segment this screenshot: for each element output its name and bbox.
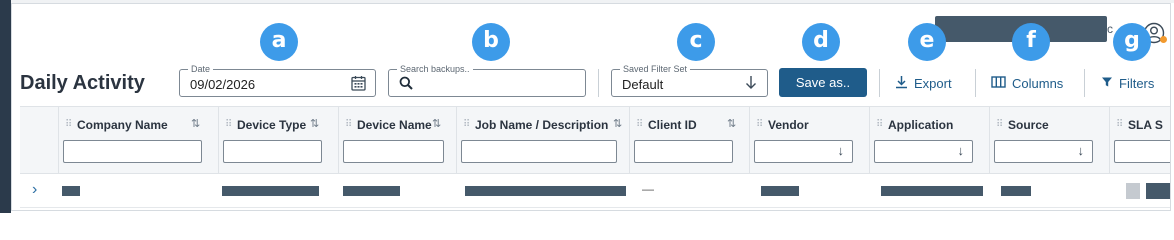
redacted-cell	[1001, 186, 1031, 196]
arrow-down-icon: ↓	[1077, 143, 1085, 158]
grid-header: ⠿ Company Name ⇅ ⠿ Device Type ⇅ ⠿ Devic…	[20, 107, 1170, 174]
download-icon	[895, 75, 908, 92]
callout-b: b	[472, 23, 510, 61]
saved-filter-select[interactable]: Saved Filter Set Default	[611, 63, 768, 97]
table-row[interactable]: › —	[20, 174, 1170, 208]
drag-handle-icon[interactable]: ⠿	[225, 120, 232, 130]
calendar-icon[interactable]	[351, 75, 366, 96]
callout-g: g	[1113, 23, 1151, 61]
sort-icon[interactable]: ⇅	[191, 117, 200, 130]
callout-d: d	[802, 23, 840, 61]
column-application[interactable]: ⠿ Application ↓	[869, 107, 989, 174]
column-device-type[interactable]: ⠿ Device Type ⇅	[218, 107, 338, 174]
columns-label: Columns	[1012, 75, 1064, 91]
column-device-name[interactable]: ⠿ Device Name ⇅	[338, 107, 456, 174]
callout-c: c	[677, 23, 715, 61]
redacted-cell	[465, 186, 626, 196]
callout-f: f	[1012, 23, 1050, 61]
column-label: Device Name	[357, 118, 432, 132]
toolbar-divider	[879, 69, 880, 97]
drag-handle-icon[interactable]: ⠿	[636, 120, 643, 130]
sort-icon[interactable]: ⇅	[432, 117, 441, 130]
expand-row-icon[interactable]: ›	[32, 181, 37, 199]
sort-icon[interactable]: ⇅	[727, 117, 736, 130]
column-label: Company Name	[77, 118, 168, 132]
column-label: SLA S	[1128, 118, 1163, 132]
left-rail	[0, 0, 11, 213]
redacted-cell	[343, 186, 400, 196]
column-vendor[interactable]: ⠿ Vendor ↓	[749, 107, 869, 174]
drag-handle-icon[interactable]: ⠿	[463, 120, 470, 130]
drag-handle-icon[interactable]: ⠿	[996, 120, 1003, 130]
notification-dot-icon	[1160, 36, 1167, 43]
search-icon	[399, 76, 413, 95]
toolbar-divider	[975, 69, 976, 97]
page-title: Daily Activity	[20, 72, 145, 94]
column-source[interactable]: ⠿ Source ↓	[989, 107, 1109, 174]
redacted-cell	[1126, 183, 1140, 199]
column-job-name[interactable]: ⠿ Job Name / Description ⇅	[456, 107, 629, 174]
redacted-cell	[761, 186, 799, 196]
date-field[interactable]: Date 09/02/2026	[179, 63, 376, 97]
column-filter-select[interactable]: ↓	[994, 140, 1093, 163]
toolbar-divider	[598, 69, 599, 97]
columns-icon	[991, 75, 1006, 91]
drag-handle-icon[interactable]: ⠿	[1116, 120, 1123, 130]
callout-a: a	[260, 23, 298, 61]
chevron-down-icon	[745, 75, 757, 95]
column-filter-select[interactable]: ↓	[874, 140, 973, 163]
saved-filter-value: Default	[622, 77, 664, 92]
column-label: Source	[1008, 118, 1049, 132]
column-sla-status[interactable]: ⠿ SLA S	[1109, 107, 1170, 174]
save-as-button[interactable]: Save as..	[779, 68, 867, 97]
column-filter-input[interactable]	[461, 140, 617, 163]
sort-icon[interactable]: ⇅	[613, 117, 622, 130]
activity-grid: ⠿ Company Name ⇅ ⠿ Device Type ⇅ ⠿ Devic…	[20, 106, 1170, 213]
toolbar-divider	[1084, 69, 1085, 97]
export-label: Export	[914, 75, 952, 91]
column-label: Client ID	[648, 118, 697, 132]
saved-filter-legend: Saved Filter Set	[620, 63, 691, 75]
search-field[interactable]: Search backups..	[388, 63, 586, 97]
columns-button[interactable]: Columns	[991, 74, 1063, 92]
arrow-down-icon: ↓	[837, 143, 845, 158]
column-client-id[interactable]: ⠿ Client ID ⇅	[629, 107, 749, 174]
drag-handle-icon[interactable]: ⠿	[756, 120, 763, 130]
column-filter-input[interactable]	[223, 140, 322, 163]
search-placeholder: Search backups..	[397, 63, 473, 75]
drag-handle-icon[interactable]: ⠿	[876, 120, 883, 130]
column-filter-input[interactable]	[1114, 140, 1170, 163]
redacted-cell	[881, 186, 983, 196]
drag-handle-icon[interactable]: ⠿	[345, 120, 352, 130]
redacted-cell	[62, 186, 80, 196]
column-company-name[interactable]: ⠿ Company Name ⇅	[58, 107, 218, 174]
header-suffix-text: c	[1107, 22, 1113, 36]
redacted-cell	[222, 186, 319, 196]
column-label: Job Name / Description	[475, 118, 609, 132]
column-filter-input[interactable]	[634, 140, 733, 163]
column-filter-input[interactable]	[343, 140, 444, 163]
column-filter-select[interactable]: ↓	[754, 140, 853, 163]
column-label: Device Type	[237, 118, 307, 132]
redacted-cell	[1146, 183, 1170, 199]
drag-handle-icon[interactable]: ⠿	[65, 120, 72, 130]
filter-funnel-icon	[1101, 76, 1113, 91]
column-label: Application	[888, 118, 954, 132]
column-label: Vendor	[768, 118, 809, 132]
filters-label: Filters	[1119, 75, 1155, 91]
arrow-down-icon: ↓	[957, 143, 965, 158]
date-value: 09/02/2026	[190, 77, 256, 92]
column-filter-input[interactable]	[63, 140, 202, 163]
export-button[interactable]: Export	[895, 74, 952, 92]
callout-e: e	[908, 23, 946, 61]
filters-button[interactable]: Filters	[1101, 74, 1154, 92]
sort-icon[interactable]: ⇅	[310, 117, 319, 130]
date-legend: Date	[188, 63, 214, 75]
client-id-cell: —	[642, 182, 654, 196]
